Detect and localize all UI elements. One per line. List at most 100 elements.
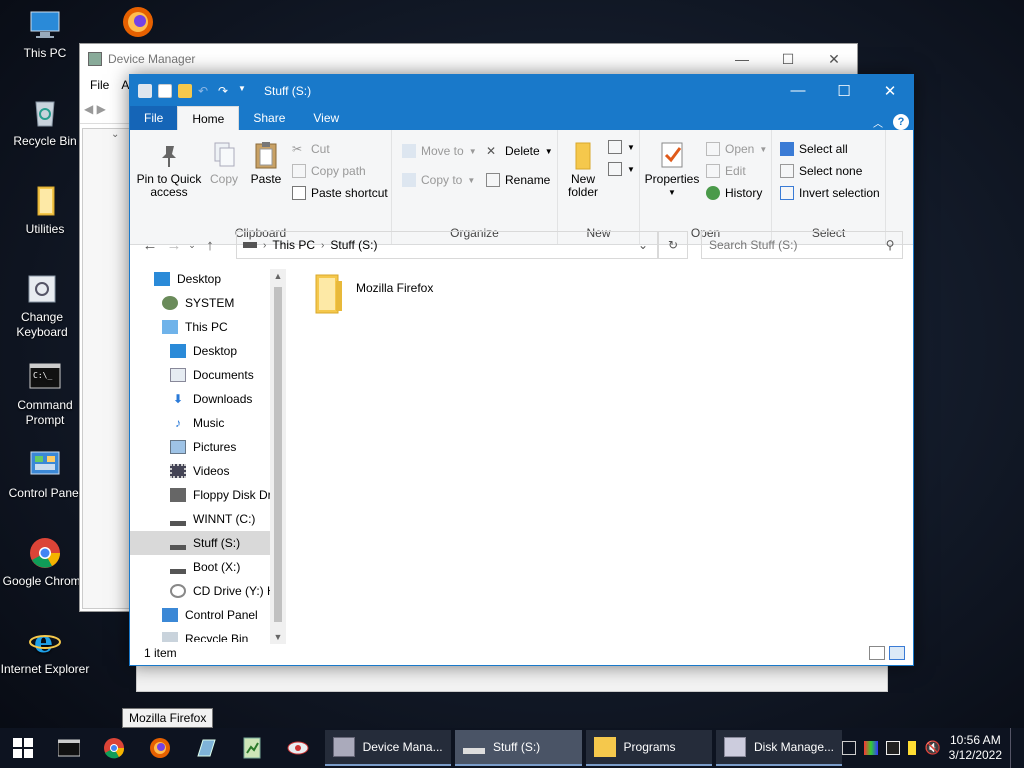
minimize-button[interactable]: — (719, 51, 765, 68)
nav-item-winnt[interactable]: WINNT (C:) (130, 507, 286, 531)
details-view-icon[interactable] (869, 646, 885, 660)
nav-item-stuff[interactable]: Stuff (S:) (130, 531, 286, 555)
chevron-down-icon[interactable]: ▼ (238, 84, 252, 98)
new-item-button[interactable]: ▼ (608, 140, 635, 154)
nav-item-boot[interactable]: Boot (X:) (130, 555, 286, 579)
taskbar-terminal[interactable] (46, 728, 92, 768)
select-all-button[interactable]: Select all (780, 142, 848, 156)
desktop-icon-google-chrome[interactable]: Google Chrome (0, 536, 90, 588)
nav-item-videos[interactable]: Videos (130, 459, 286, 483)
taskbar-app-2[interactable] (229, 728, 275, 768)
tab-view[interactable]: View (299, 106, 353, 130)
pin-quick-access-button[interactable]: Pin to Quick access (136, 140, 202, 199)
easy-access-button[interactable]: ▼ (608, 162, 635, 176)
rename-button[interactable]: Rename (486, 173, 550, 187)
select-none-button[interactable]: Select none (780, 164, 862, 178)
desktop-icon-internet-explorer[interactable]: e Internet Explorer (0, 624, 90, 676)
nav-item-desktop[interactable]: Desktop (130, 267, 286, 291)
battery-icon[interactable] (908, 741, 917, 755)
copy-path-button[interactable]: Copy path (292, 164, 366, 178)
desktop-icon-this-pc[interactable]: This PC (0, 8, 90, 60)
copy-button[interactable]: Copy (204, 140, 244, 186)
taskbar-firefox[interactable] (137, 728, 183, 768)
refresh-button[interactable]: ↻ (658, 231, 688, 259)
taskbar-task-device-manager[interactable]: Device Mana... (324, 730, 452, 766)
file-item[interactable]: Mozilla Firefox (312, 273, 433, 317)
device-manager-titlebar[interactable]: Device Manager — ☐ ✕ (80, 44, 857, 74)
taskbar-task-stuff[interactable]: Stuff (S:) (455, 730, 582, 766)
breadcrumb[interactable]: Stuff (S:) (330, 238, 377, 252)
undo-icon[interactable]: ↶ (198, 84, 212, 98)
taskbar-task-programs[interactable]: Programs (585, 730, 712, 766)
taskbar-chrome[interactable] (92, 728, 138, 768)
nav-item-recycle-bin[interactable]: Recycle Bin (130, 627, 286, 642)
nav-item-system[interactable]: SYSTEM (130, 291, 286, 315)
search-input[interactable]: Search Stuff (S:) ⚲ (701, 231, 903, 259)
tab-file[interactable]: File (130, 106, 178, 130)
desktop-icon-utilities[interactable]: Utilities (0, 184, 90, 236)
nav-item-desktop-folder[interactable]: Desktop (130, 339, 286, 363)
maximize-button[interactable]: ☐ (821, 75, 867, 106)
move-to-button[interactable]: Move to ▼ (402, 144, 477, 158)
cut-button[interactable]: ✂ Cut (292, 142, 330, 156)
recent-locations-button[interactable]: ⌄ (186, 240, 198, 251)
network-icon[interactable] (842, 741, 857, 755)
collapse-ribbon-icon[interactable]: ︿ (873, 115, 883, 130)
taskbar-app-3[interactable] (275, 728, 321, 768)
scroll-up-icon[interactable]: ▲ (270, 271, 286, 281)
back-arrow-icon[interactable]: ◀ ▶ (84, 102, 106, 116)
desktop-icon-command-prompt[interactable]: C:\_ Command Prompt (0, 360, 90, 428)
breadcrumb[interactable]: This PC (272, 238, 315, 252)
nav-item-floppy[interactable]: Floppy Disk Dri (130, 483, 286, 507)
nav-item-cd-drive[interactable]: CD Drive (Y:) H (130, 579, 286, 603)
paste-button[interactable]: Paste (246, 140, 286, 186)
history-button[interactable]: History (706, 186, 762, 200)
explorer-titlebar[interactable]: ↶ ↷ ▼ Stuff (S:) — ☐ ✕ (130, 75, 913, 106)
chevron-down-icon[interactable]: ⌄ (629, 238, 657, 252)
properties-icon[interactable] (158, 83, 172, 98)
delete-button[interactable]: ✕ Delete ▼ (486, 144, 553, 158)
invert-selection-button[interactable]: Invert selection (780, 186, 880, 200)
open-button[interactable]: Open ▼ (706, 142, 767, 156)
forward-button[interactable]: → (162, 237, 186, 254)
properties-button[interactable]: Properties ▼ (644, 140, 700, 199)
nav-item-music[interactable]: ♪ Music (130, 411, 286, 435)
new-folder-button[interactable]: New folder (562, 140, 604, 199)
display-icon[interactable] (886, 741, 901, 755)
desktop-icon-control-panel[interactable]: Control Panel (0, 448, 90, 500)
help-icon[interactable]: ? (893, 114, 909, 130)
desktop-icon-recycle-bin[interactable]: Recycle Bin (0, 96, 90, 148)
maximize-button[interactable]: ☐ (765, 51, 811, 68)
redo-icon[interactable]: ↷ (218, 84, 232, 98)
up-button[interactable]: ↑ (198, 237, 222, 254)
new-folder-icon[interactable] (178, 83, 192, 98)
close-button[interactable]: ✕ (811, 51, 857, 68)
menu-file[interactable]: File (90, 78, 109, 92)
tab-share[interactable]: Share (239, 106, 299, 130)
navigation-scrollbar[interactable]: ▲ ▼ (270, 269, 286, 644)
taskbar-task-disk-management[interactable]: Disk Manage... (715, 730, 843, 766)
desktop-icon-change-keyboard[interactable]: Change Keyboard Layout (0, 272, 84, 340)
nav-item-downloads[interactable]: ⬇ Downloads (130, 387, 286, 411)
close-button[interactable]: ✕ (867, 75, 913, 106)
clock[interactable]: 10:56 AM 3/12/2022 (949, 733, 1002, 763)
scroll-thumb[interactable] (274, 287, 282, 622)
start-button[interactable] (0, 728, 46, 768)
address-bar[interactable]: › This PC › Stuff (S:) ⌄ (236, 231, 658, 259)
nav-item-this-pc[interactable]: This PC (130, 315, 286, 339)
desktop-icon-firefox[interactable] (93, 5, 183, 43)
minimize-button[interactable]: — (775, 75, 821, 106)
nav-item-control-panel[interactable]: Control Panel (130, 603, 286, 627)
volume-muted-icon[interactable]: 🔇 (924, 740, 940, 756)
copy-to-button[interactable]: Copy to ▼ (402, 173, 475, 187)
edit-button[interactable]: Edit (706, 164, 746, 178)
color-app-icon[interactable] (864, 741, 879, 755)
tab-home[interactable]: Home (177, 106, 240, 130)
paste-shortcut-button[interactable]: Paste shortcut (292, 186, 388, 200)
large-icons-view-icon[interactable] (889, 646, 905, 660)
file-explorer-window[interactable]: ↶ ↷ ▼ Stuff (S:) — ☐ ✕ File Home Share V… (129, 74, 914, 666)
nav-item-pictures[interactable]: Pictures (130, 435, 286, 459)
back-button[interactable]: ← (138, 237, 162, 254)
tree-node[interactable]: ⌄ (83, 129, 129, 153)
taskbar-app-1[interactable] (183, 728, 229, 768)
